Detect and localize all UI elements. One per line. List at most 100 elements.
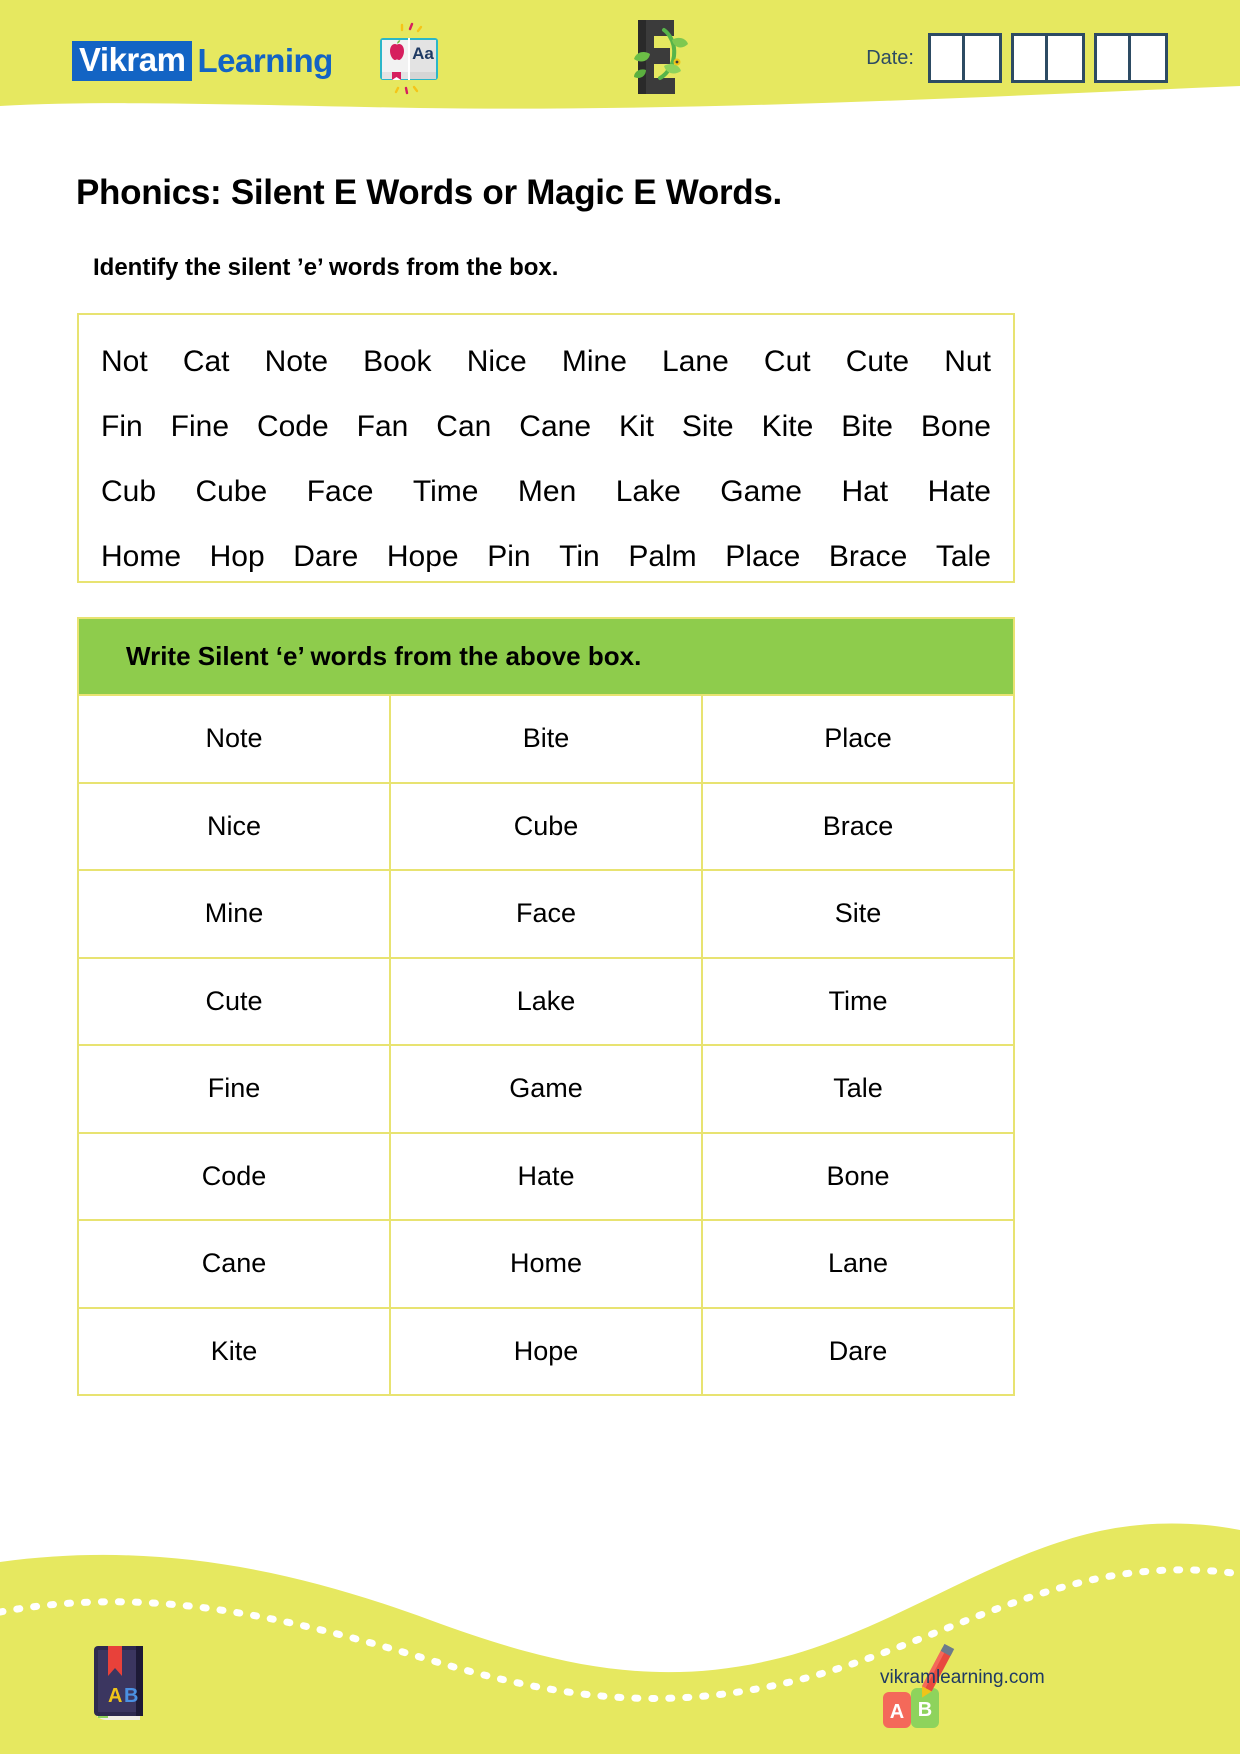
table-row: Cane Home Lane	[79, 1219, 1013, 1307]
word-bank-item: Nut	[944, 344, 991, 378]
word-bank-item: Bite	[841, 409, 893, 443]
answers-table-header-label: Write Silent ‘e’ words from the above bo…	[126, 641, 642, 671]
date-cell[interactable]	[1131, 36, 1165, 80]
table-row: Fine Game Tale	[79, 1044, 1013, 1132]
word-bank-item: Fine	[170, 409, 229, 443]
answers-table: Write Silent ‘e’ words from the above bo…	[77, 617, 1015, 1396]
word-bank-row: Cub Cube Face Time Men Lake Game Hat Hate	[99, 459, 993, 524]
table-cell[interactable]: Dare	[703, 1309, 1013, 1395]
word-bank-item: Hope	[386, 539, 459, 573]
answers-table-body: Note Bite Place Nice Cube Brace Mine Face Site Cu…	[79, 694, 1013, 1394]
table-cell[interactable]: Bite	[391, 696, 703, 782]
word-bank-item: Site	[681, 409, 734, 443]
table-cell[interactable]: Lane	[703, 1221, 1013, 1307]
letter-e-plant-icon	[634, 20, 688, 94]
word-bank-item: Not	[101, 344, 148, 378]
open-book-apple-abc-icon: Aa	[380, 22, 438, 95]
table-cell[interactable]: Home	[391, 1221, 703, 1307]
word-bank-item: Place	[725, 539, 801, 573]
table-cell[interactable]: Bone	[703, 1134, 1013, 1220]
svg-text:Aa: Aa	[412, 44, 434, 63]
word-bank-item: Can	[436, 409, 492, 443]
date-group-year[interactable]	[1094, 33, 1168, 83]
word-bank-item: Bone	[920, 409, 991, 443]
table-row: Nice Cube Brace	[79, 781, 1013, 870]
word-bank-item: Brace	[828, 539, 908, 573]
table-cell[interactable]: Cute	[79, 958, 391, 1044]
table-cell[interactable]: Fine	[79, 1046, 391, 1132]
date-cell[interactable]	[1048, 36, 1082, 80]
instruction-text: Identify the silent ’e’ words from the b…	[93, 254, 559, 281]
worksheet-page: Vikram Learning Aa Date: Phonics: Silent…	[0, 0, 1240, 1754]
word-bank-item: Cute	[845, 344, 910, 378]
table-cell[interactable]: Time	[703, 959, 1013, 1045]
table-cell[interactable]: Note	[79, 696, 391, 782]
word-bank-item: Book	[363, 344, 432, 378]
word-bank-item: Tale	[935, 539, 991, 573]
date-cell[interactable]	[931, 36, 965, 80]
ab-book-pencil-icon: A B	[94, 1646, 143, 1720]
date-cell[interactable]	[1014, 36, 1048, 80]
word-bank-item: Time	[412, 474, 479, 508]
table-cell[interactable]: Nice	[79, 783, 391, 869]
word-bank-item: Face	[306, 474, 374, 508]
date-group-day[interactable]	[928, 33, 1002, 83]
word-bank-item: Cut	[763, 344, 811, 378]
table-cell[interactable]: Kite	[79, 1308, 391, 1394]
table-cell[interactable]: Brace	[703, 784, 1013, 870]
word-bank-item: Kite	[761, 409, 814, 443]
table-row: Code Hate Bone	[79, 1131, 1013, 1220]
table-cell[interactable]: Place	[703, 696, 1013, 782]
table-row: Cute Lake Time	[79, 956, 1013, 1045]
word-bank-item: Palm	[628, 539, 697, 573]
word-bank-item: Nice	[466, 344, 527, 378]
word-bank-item: Cub	[101, 474, 157, 508]
svg-text:A: A	[108, 1685, 122, 1707]
table-row: Mine Face Site	[79, 869, 1013, 957]
word-bank-item: Hop	[209, 539, 265, 573]
table-cell[interactable]: Game	[391, 1046, 703, 1132]
logo-learning-text: Learning	[197, 42, 333, 79]
date-group-month[interactable]	[1011, 33, 1085, 83]
table-cell[interactable]: Hate	[391, 1133, 703, 1219]
word-bank-item: Kit	[618, 409, 654, 443]
word-bank-item: Lane	[662, 344, 729, 378]
brand-logo[interactable]: Vikram Learning	[72, 41, 333, 81]
date-cell[interactable]	[1097, 36, 1131, 80]
page-header: Vikram Learning Aa Date:	[0, 0, 1240, 118]
page-footer: A B A B vikramlearning.com	[0, 1444, 1240, 1754]
word-bank-item: Cat	[182, 344, 230, 378]
footer-website-text[interactable]: vikramlearning.com	[880, 1667, 1045, 1689]
date-label: Date:	[866, 46, 914, 69]
word-bank-item: Cube	[195, 474, 268, 508]
table-cell[interactable]: Lake	[391, 958, 703, 1044]
word-bank-item: Code	[256, 409, 329, 443]
word-bank-item: Mine	[561, 344, 627, 378]
word-bank-item: Note	[264, 344, 329, 378]
svg-text:A: A	[890, 1701, 904, 1723]
table-cell[interactable]: Site	[703, 871, 1013, 957]
word-bank-row: Fin Fine Code Fan Can Cane Kit Site Kite Bite Bone	[99, 394, 993, 459]
word-bank-item: Men	[517, 474, 577, 508]
date-field: Date:	[866, 33, 1168, 83]
table-row: Note Bite Place	[79, 694, 1013, 782]
table-cell[interactable]: Mine	[79, 871, 391, 957]
table-cell[interactable]: Code	[79, 1133, 391, 1219]
table-cell[interactable]: Cube	[391, 783, 703, 869]
table-cell[interactable]: Face	[391, 871, 703, 957]
table-cell[interactable]: Hope	[391, 1308, 703, 1394]
word-bank-item: Pin	[487, 539, 531, 573]
table-cell[interactable]: Tale	[703, 1046, 1013, 1132]
word-bank-item: Hate	[927, 474, 991, 508]
word-bank-box: Not Cat Note Book Nice Mine Lane Cut Cute Nut Fin…	[77, 313, 1015, 583]
table-cell[interactable]: Cane	[79, 1221, 391, 1307]
word-bank-item: Lake	[615, 474, 681, 508]
word-bank-item: Tin	[559, 539, 600, 573]
table-row: Kite Hope Dare	[79, 1306, 1013, 1395]
footer-wave-shape	[0, 1523, 1240, 1754]
word-bank-item: Cane	[519, 409, 591, 443]
logo-vikram-text: Vikram	[72, 41, 193, 81]
word-bank-item: Fan	[356, 409, 409, 443]
word-bank-item: Hat	[841, 474, 889, 508]
date-cell[interactable]	[965, 36, 999, 80]
